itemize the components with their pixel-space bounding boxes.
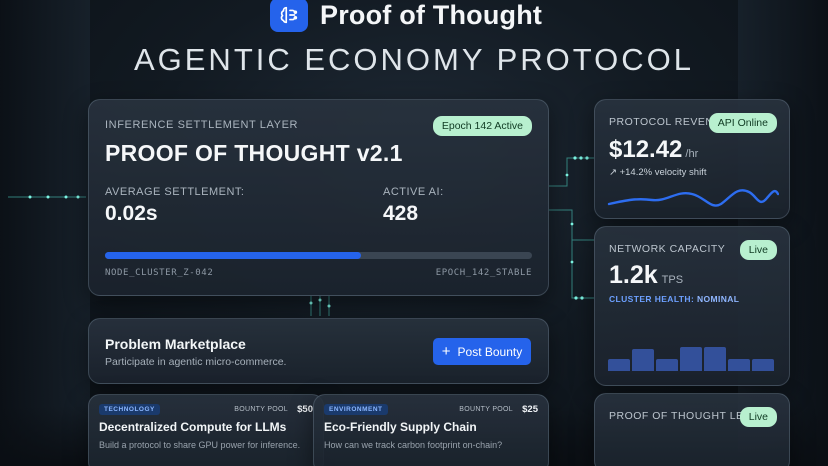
bounty-tag: ENVIRONMENT [324, 404, 388, 415]
bounty-description: How can we track carbon footprint on-cha… [324, 440, 503, 450]
marketplace-subtitle: Participate in agentic micro-commerce. [105, 356, 287, 368]
post-bounty-button[interactable]: + Post Bounty [433, 338, 531, 365]
post-bounty-label: Post Bounty [457, 344, 523, 359]
capacity-live-badge: Live [739, 240, 777, 260]
cluster-health-label: CLUSTER HEALTH: [609, 294, 695, 304]
capacity-bar [656, 359, 678, 371]
capacity-kicker: NETWORK CAPACITY [609, 243, 726, 255]
capacity-value: 1.2k TPS [609, 261, 683, 290]
bounty-pool-label: BOUNTY POOL [459, 406, 513, 413]
epoch-status-badge: Epoch 142 Active [432, 116, 532, 136]
bounty-title: Eco-Friendly Supply Chain [324, 420, 477, 434]
revenue-value: $12.42/hr [609, 136, 698, 164]
capacity-amount: 1.2k [609, 261, 658, 289]
capacity-unit: TPS [661, 274, 684, 286]
capacity-bar [728, 359, 750, 371]
api-status-badge: API Online [708, 113, 777, 133]
bounty-tag: TECHNOLOGY [99, 404, 160, 415]
bounty-pool-value: $50 [297, 404, 313, 415]
settlement-kicker: INFERENCE SETTLEMENT LAYER [105, 119, 299, 131]
avg-settlement-label: AVERAGE SETTLEMENT: [105, 186, 245, 198]
cluster-health: CLUSTER HEALTH: NOMINAL [609, 294, 739, 304]
capacity-bars [608, 347, 774, 371]
capacity-bar [680, 347, 702, 371]
ledger-card: PROOF OF THOUGHT LEDGER Live [594, 393, 790, 466]
epoch-stable-label: EPOCH_142_STABLE [435, 268, 532, 278]
settlement-card: INFERENCE SETTLEMENT LAYER Epoch 142 Act… [88, 99, 549, 296]
bounty-title: Decentralized Compute for LLMs [99, 420, 287, 434]
brand-name: Proof of Thought [320, 0, 543, 30]
protocol-revenue-card: PROTOCOL REVENUE API Online $12.42/hr ↗ … [594, 99, 790, 219]
brand-header: Proof of Thought [270, 0, 542, 34]
bounty-description: Build a protocol to share GPU power for … [99, 440, 301, 450]
ledger-live-badge: Live [739, 407, 777, 427]
capacity-bar [608, 359, 630, 371]
bounty-card[interactable]: TECHNOLOGY BOUNTY POOL $50 Decentralized… [88, 394, 324, 466]
settlement-title: PROOF OF THOUGHT v2.1 [105, 140, 403, 166]
velocity-shift: ↗ +14.2% velocity shift [609, 167, 707, 178]
cluster-health-value: NOMINAL [696, 294, 740, 304]
problem-marketplace: Problem Marketplace Participate in agent… [88, 318, 549, 384]
settlement-progress-bar [105, 252, 532, 259]
node-cluster-label: NODE_CLUSTER_Z-042 [105, 268, 214, 278]
network-capacity-card: NETWORK CAPACITY Live 1.2k TPS CLUSTER HE… [594, 226, 790, 386]
revenue-amount: $12.42 [609, 136, 683, 163]
plus-icon: + [441, 342, 451, 360]
avg-settlement-value: 0.02s [105, 202, 158, 225]
capacity-bar [704, 347, 726, 371]
capacity-bar [752, 359, 774, 371]
revenue-unit: /hr [685, 148, 699, 160]
marketplace-title: Problem Marketplace [105, 336, 246, 352]
bounty-pool-label: BOUNTY POOL [234, 406, 288, 413]
active-ai-value: 428 [383, 202, 419, 225]
page-title: AGENTIC ECONOMY PROTOCOL [133, 42, 695, 77]
settlement-progress-fill [105, 252, 362, 259]
revenue-sparkline [607, 189, 779, 207]
bounty-card[interactable]: ENVIRONMENT BOUNTY POOL $25 Eco-Friendly… [313, 394, 549, 466]
brain-icon [270, 0, 308, 32]
active-ai-label: ACTIVE AI: [383, 186, 444, 198]
capacity-bar [632, 349, 654, 371]
bounty-pool-value: $25 [522, 404, 538, 415]
